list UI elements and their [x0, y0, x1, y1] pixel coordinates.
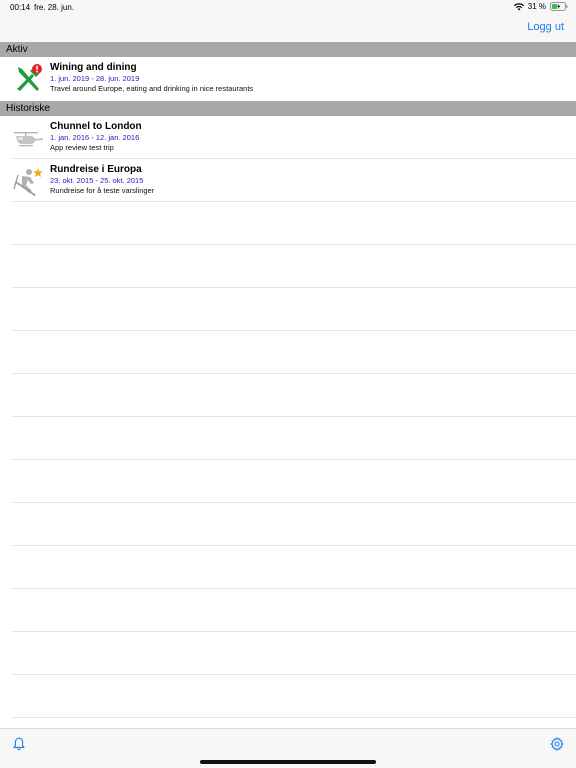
home-indicator[interactable] [200, 760, 376, 764]
trip-dates: 1. jun. 2019 - 28. jun. 2019 [50, 74, 140, 83]
wifi-icon [513, 2, 524, 11]
trip-row-rundreise-i-europa[interactable]: Rundreise i Europa 23. okt. 2015 - 25. o… [0, 159, 576, 202]
row-divider [12, 244, 576, 245]
fork-knife-icon [12, 63, 44, 95]
trip-dates: 1. jan. 2016 - 12. jan. 2016 [50, 133, 140, 142]
row-divider [12, 416, 576, 417]
trip-description: Rundreise for å teste varslinger [50, 186, 155, 195]
trip-dates: 23. okt. 2015 - 25. okt. 2015 [50, 176, 144, 185]
trip-list-screen: 00:14 fre. 28. jun. 31 % Logg ut Aktiv W… [0, 0, 576, 768]
trip-title: Wining and dining [50, 62, 137, 73]
battery-icon [550, 2, 568, 11]
row-divider [12, 717, 576, 718]
trip-title: Chunnel to London [50, 121, 142, 132]
trip-description: Travel around Europe, eating and drinkin… [50, 84, 254, 93]
section-header-active: Aktiv [0, 42, 576, 57]
row-divider [12, 287, 576, 288]
logout-button[interactable]: Logg ut [527, 21, 564, 33]
row-divider [12, 201, 576, 202]
row-divider [12, 459, 576, 460]
row-divider [12, 545, 576, 546]
row-divider [12, 373, 576, 374]
status-indicators: 31 % [513, 2, 568, 11]
trip-row-chunnel-to-london[interactable]: Chunnel to London 1. jan. 2016 - 12. jan… [0, 116, 576, 159]
navigation-bar: Logg ut [0, 16, 576, 42]
status-time: 00:14 [10, 3, 31, 12]
status-date: fre. 28. jun. [34, 3, 75, 12]
ski-icon [12, 165, 44, 197]
section-header-history: Historiske [0, 101, 576, 116]
row-divider [12, 588, 576, 589]
row-divider [12, 674, 576, 675]
trip-description: App review test trip [50, 143, 114, 152]
trip-title: Rundreise i Europa [50, 164, 142, 175]
bell-icon[interactable] [12, 737, 26, 751]
row-divider [12, 502, 576, 503]
trip-row-wining-and-dining[interactable]: Wining and dining 1. jun. 2019 - 28. jun… [0, 57, 576, 100]
row-divider [12, 330, 576, 331]
battery-percentage: 31 % [527, 2, 546, 11]
gear-icon[interactable] [550, 737, 564, 751]
status-bar: 00:14 fre. 28. jun. 31 % [0, 0, 576, 16]
row-divider [12, 631, 576, 632]
helicopter-icon [12, 122, 44, 154]
